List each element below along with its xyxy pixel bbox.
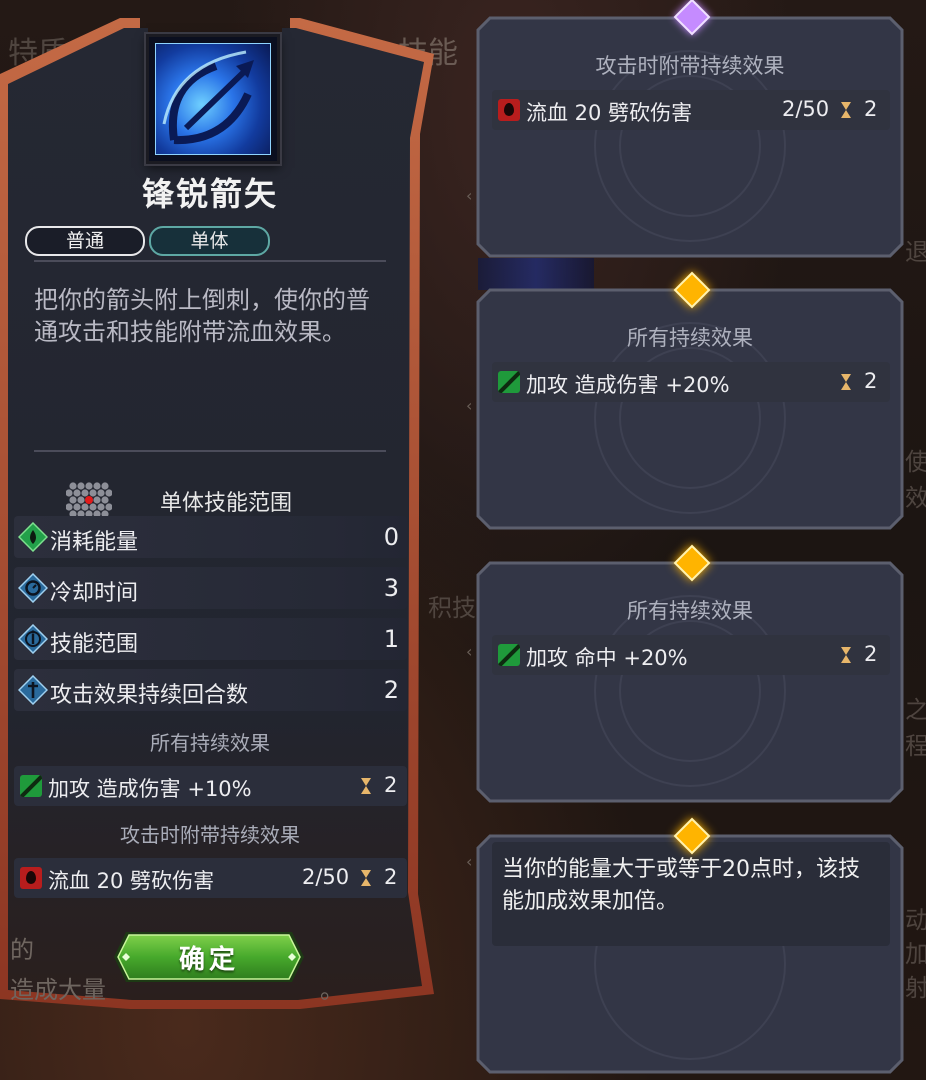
stat-row-cooldown: 冷却时间 3 [14, 567, 407, 609]
range-label: 单体技能范围 [160, 491, 293, 516]
background-footer-text: 的 造成大量 。 [10, 936, 344, 1005]
bleed-drop-icon [20, 867, 42, 889]
effect-turns: 2 [864, 369, 878, 393]
effect-row-bleed: 流血 20 劈砍伤害 2/50 2 [14, 858, 407, 898]
effect-stack: 2/50 [302, 865, 350, 889]
chevron-left-icon: ‹ [466, 642, 473, 661]
hourglass-icon [361, 778, 371, 794]
duration-sword-icon [18, 675, 48, 705]
chevron-left-icon: ‹ [466, 186, 473, 205]
bow-arrow-icon [155, 43, 271, 155]
attack-up-icon [498, 371, 520, 393]
attack-up-icon [20, 775, 42, 797]
hex-range-icon [66, 482, 112, 518]
background-text-edge: 加 [905, 940, 926, 968]
skill-icon-frame [146, 34, 280, 164]
stat-row-range: 技能范围 1 [14, 618, 407, 660]
effect-row-attack-up: 加攻 造成伤害 +10% 2 [14, 766, 407, 806]
background-text-edge: 射 [905, 974, 926, 1002]
background-text-edge: 之 [905, 696, 926, 724]
skill-tag-single: 单体 [149, 226, 270, 256]
effect-label: 流血 20 劈砍伤害 [48, 869, 215, 893]
hourglass-icon [841, 102, 851, 118]
effect-label: 加攻 造成伤害 +20% [526, 373, 730, 397]
range-target-icon [18, 624, 48, 654]
effect-stack: 2/50 [782, 97, 830, 121]
attack-up-icon [498, 644, 520, 666]
skill-tag-normal: 普通 [25, 226, 145, 256]
stat-value: 1 [383, 625, 399, 653]
hourglass-icon [841, 374, 851, 390]
background-text-edge: 动 [905, 906, 926, 934]
stat-label: 攻击效果持续回合数 [50, 683, 249, 708]
effect-row-attack-up: 加攻 命中 +20% 2 [492, 635, 890, 675]
effect-row-attack-up: 加攻 造成伤害 +20% 2 [492, 362, 890, 402]
stat-value: 3 [383, 574, 399, 602]
effect-label: 流血 20 劈砍伤害 [526, 101, 693, 125]
card-note: 当你的能量大于或等于20点时，该技能加成效果加倍。 [492, 842, 890, 946]
energy-drop-icon [18, 522, 48, 552]
persistent-effects-title: 所有持续效果 [150, 731, 270, 755]
card-title: 所有持续效果 [627, 326, 753, 350]
hourglass-icon [841, 647, 851, 663]
skill-detail-panel: 锋锐箭矢 普通 单体 把你的箭头附上倒刺，使你的普通攻击和技能附带流血效果。 单… [0, 14, 434, 1014]
background-footer-prefix: 的 [10, 936, 34, 964]
stat-row-duration: 攻击效果持续回合数 2 [14, 669, 407, 711]
effect-label: 加攻 命中 +20% [526, 646, 688, 670]
on-attack-effects-title: 攻击时附带持续效果 [120, 823, 300, 847]
effect-row-bleed: 流血 20 劈砍伤害 2/50 2 [492, 90, 890, 130]
chevron-left-icon: ‹ [466, 852, 473, 871]
background-skill-strip [478, 258, 594, 290]
cooldown-clock-icon [18, 573, 48, 603]
background-text-edge: 效 [905, 484, 926, 512]
stat-label: 消耗能量 [50, 530, 139, 555]
stat-label: 冷却时间 [50, 581, 139, 606]
effect-card: 所有持续效果 加攻 命中 +20% 2 [476, 561, 904, 803]
skill-name: 锋锐箭矢 [141, 175, 278, 213]
skill-description: 把你的箭头附上倒刺，使你的普通攻击和技能附带流血效果。 [34, 286, 370, 346]
effect-label: 加攻 造成伤害 +10% [48, 777, 252, 801]
card-title: 攻击时附带持续效果 [595, 54, 785, 78]
effect-turns: 2 [864, 642, 878, 666]
card-title: 所有持续效果 [627, 599, 753, 623]
effect-turns: 2 [864, 97, 878, 121]
background-text-edge: 程 [905, 732, 926, 760]
effect-card: 当你的能量大于或等于20点时，该技能加成效果加倍。 [476, 834, 904, 1074]
background-text-edge: 使 [905, 448, 926, 476]
stat-value: 0 [383, 523, 399, 551]
effect-turns: 2 [384, 773, 398, 797]
background-footer-text-start: 造成大量 [10, 976, 106, 1004]
effect-card: 所有持续效果 加攻 造成伤害 +20% 2 [476, 288, 904, 530]
background-text-mid: 积技 [428, 594, 476, 622]
confirm-button-label[interactable]: 确定 [112, 939, 306, 976]
background-text-edge: 退 [905, 238, 926, 266]
background-footer-text-end: 。 [320, 976, 344, 1004]
stat-label: 技能范围 [50, 632, 139, 657]
divider [34, 450, 386, 452]
effect-card: 攻击时附带持续效果 流血 20 劈砍伤害 2/50 2 [476, 16, 904, 258]
bleed-drop-icon [498, 99, 520, 121]
divider [34, 260, 386, 262]
effect-turns: 2 [384, 865, 398, 889]
stat-row-energy: 消耗能量 0 [14, 516, 407, 558]
hourglass-icon [361, 870, 371, 886]
chevron-left-icon: ‹ [466, 396, 473, 415]
stat-value: 2 [383, 676, 399, 704]
